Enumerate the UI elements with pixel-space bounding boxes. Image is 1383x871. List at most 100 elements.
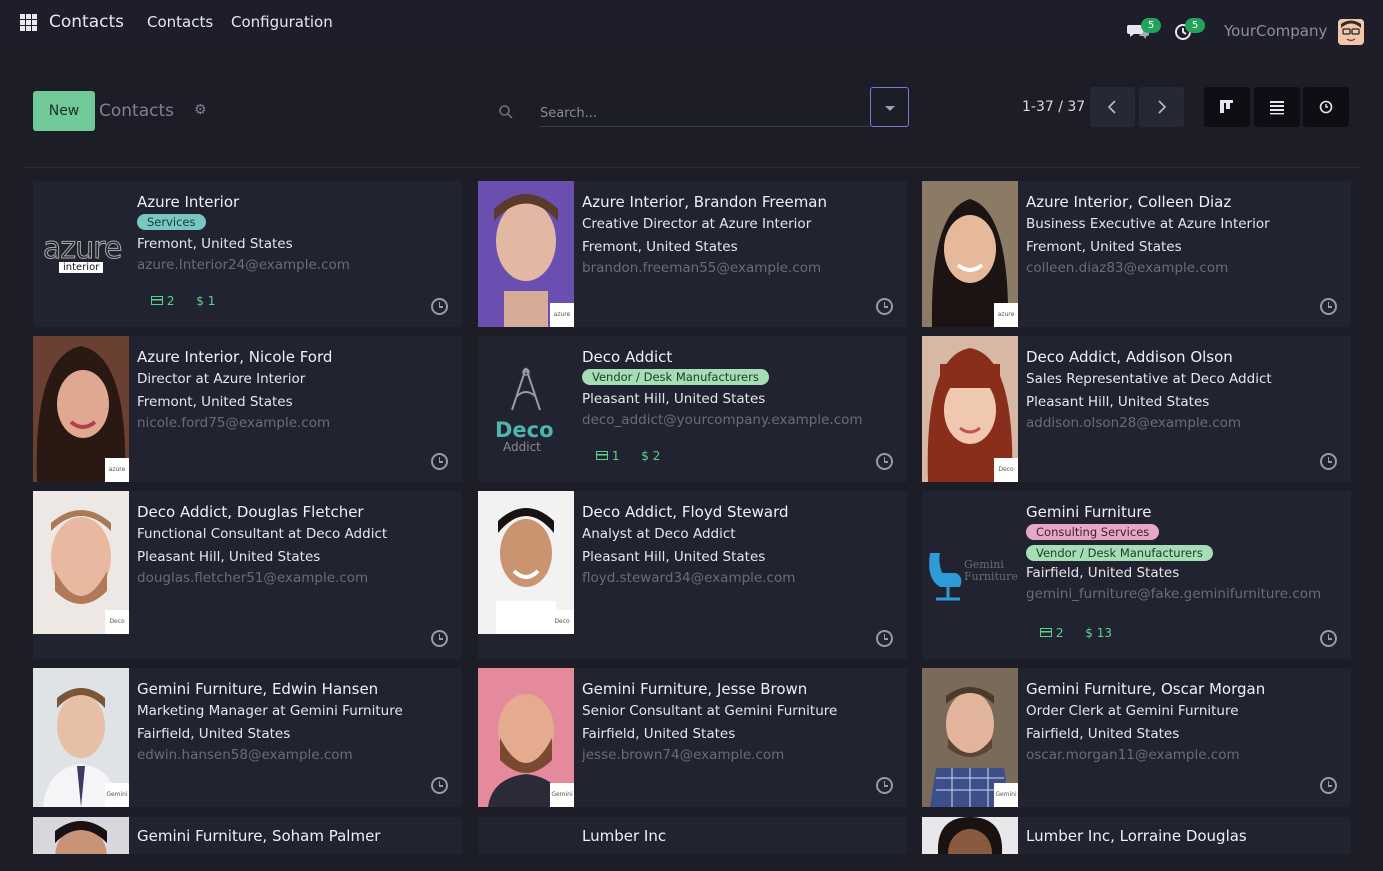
company-mini-logo: Gemini xyxy=(550,783,574,807)
list-icon xyxy=(1270,101,1284,115)
activity-clock-icon[interactable] xyxy=(1320,630,1337,647)
contact-card[interactable]: Deco Addict Deco Addict Vendor / Desk Ma… xyxy=(478,336,907,482)
contact-card[interactable]: Lumber Inc xyxy=(478,817,907,854)
user-avatar[interactable] xyxy=(1338,19,1364,45)
amount-stat[interactable]: $ 2 xyxy=(641,449,660,463)
contact-card[interactable]: Gemini Furniture Gemini Furniture Consul… xyxy=(922,491,1351,659)
contact-card[interactable]: Deco Deco Addict, Douglas Fletcher Funct… xyxy=(33,491,462,659)
contact-card[interactable]: Deco Deco Addict, Addison Olson Sales Re… xyxy=(922,336,1351,482)
activity-clock-icon[interactable] xyxy=(1320,453,1337,470)
card-body: Gemini Furniture, Soham Palmer xyxy=(137,827,454,845)
card-stats: 2 $ 1 xyxy=(151,294,233,308)
contact-name: Gemini Furniture, Oscar Morgan xyxy=(1026,680,1266,698)
view-kanban-button[interactable] xyxy=(1204,87,1250,127)
menu-contacts[interactable]: Contacts xyxy=(147,13,213,31)
pager-previous-button[interactable] xyxy=(1090,87,1135,127)
chevron-left-icon xyxy=(1107,100,1116,114)
activity-clock-icon[interactable] xyxy=(876,298,893,315)
contact-photo xyxy=(922,817,1018,854)
contact-location: Pleasant Hill, United States xyxy=(582,549,766,565)
activity-clock-icon[interactable] xyxy=(431,298,448,315)
meetings-stat[interactable]: 2 xyxy=(151,294,174,308)
activity-clock-icon[interactable] xyxy=(876,777,893,794)
search-icon xyxy=(499,105,513,119)
contact-card[interactable]: Gemini Gemini Furniture, Edwin Hansen Ma… xyxy=(33,668,462,807)
activity-clock-icon[interactable] xyxy=(1320,298,1337,315)
contact-function: Functional Consultant at Deco Addict xyxy=(137,526,388,542)
card-icon xyxy=(1040,628,1052,637)
contact-photo: azure xyxy=(33,336,129,482)
contact-card[interactable]: azure Azure Interior, Colleen Diaz Busin… xyxy=(922,181,1351,327)
company-switcher[interactable]: YourCompany xyxy=(1224,22,1327,40)
contact-photo xyxy=(33,817,129,854)
contact-email: edwin.hansen58@example.com xyxy=(137,747,353,763)
contact-card[interactable]: Gemini Gemini Furniture, Oscar Morgan Or… xyxy=(922,668,1351,807)
search-options-toggle[interactable] xyxy=(870,87,909,127)
contact-photo: Gemini xyxy=(33,668,129,807)
contact-function: Marketing Manager at Gemini Furniture xyxy=(137,703,403,719)
menu-configuration[interactable]: Configuration xyxy=(231,13,333,31)
search-underline xyxy=(540,126,870,127)
contact-card[interactable]: Gemini Furniture, Soham Palmer xyxy=(33,817,462,854)
company-mini-logo: azure xyxy=(994,303,1018,327)
amount-stat[interactable]: $ 13 xyxy=(1085,626,1112,640)
activity-clock-icon[interactable] xyxy=(431,453,448,470)
new-button[interactable]: New xyxy=(33,91,95,131)
contact-email: floyd.steward34@example.com xyxy=(582,570,796,586)
contact-card[interactable]: azure Azure Interior, Nicole Ford Direct… xyxy=(33,336,462,482)
clock-icon xyxy=(1319,100,1333,114)
company-mini-logo: Deco xyxy=(550,610,574,634)
contact-card[interactable]: Deco Deco Addict, Floyd Steward Analyst … xyxy=(478,491,907,659)
app-menu-icon[interactable] xyxy=(20,14,37,31)
contact-function: Analyst at Deco Addict xyxy=(582,526,736,542)
contact-function: Director at Azure Interior xyxy=(137,371,306,387)
tag-badge: Vendor / Desk Manufacturers xyxy=(1026,545,1213,561)
contact-email: addison.olson28@example.com xyxy=(1026,415,1242,431)
view-list-button[interactable] xyxy=(1254,87,1300,127)
contact-photo: Gemini xyxy=(478,668,574,807)
meetings-stat[interactable]: 2 xyxy=(1040,626,1063,640)
tag-badge: Consulting Services xyxy=(1026,524,1160,540)
meetings-stat[interactable]: 1 xyxy=(596,449,619,463)
activity-clock-icon[interactable] xyxy=(876,453,893,470)
card-stats: 1 $ 2 xyxy=(596,449,678,463)
contact-name: Lumber Inc xyxy=(582,827,667,845)
contact-location: Fremont, United States xyxy=(582,239,738,255)
contact-name: Gemini Furniture, Edwin Hansen xyxy=(137,680,379,698)
contact-email: gemini_furniture@fake.geminifurniture.co… xyxy=(1026,586,1322,602)
contact-location: Fairfield, United States xyxy=(137,726,291,742)
view-activity-button[interactable] xyxy=(1303,87,1349,127)
app-brand[interactable]: Contacts xyxy=(49,12,124,32)
contact-card[interactable]: Gemini Gemini Furniture, Jesse Brown Sen… xyxy=(478,668,907,807)
card-body: Gemini Furniture, Jesse Brown Senior Con… xyxy=(582,680,899,764)
pager-next-button[interactable] xyxy=(1139,87,1184,127)
amount-stat[interactable]: $ 1 xyxy=(196,294,215,308)
contact-name: Deco Addict, Floyd Steward xyxy=(582,503,789,521)
activities-count-badge: 5 xyxy=(1185,18,1205,33)
activity-clock-icon[interactable] xyxy=(431,630,448,647)
company-logo: azure interior xyxy=(33,181,129,327)
activity-clock-icon[interactable] xyxy=(1320,777,1337,794)
gear-icon[interactable]: ⚙ xyxy=(194,103,208,117)
activity-clock-icon[interactable] xyxy=(431,777,448,794)
contact-name: Azure Interior, Colleen Diaz xyxy=(1026,193,1232,211)
activity-clock-icon[interactable] xyxy=(876,630,893,647)
card-body: Deco Addict, Floyd Steward Analyst at De… xyxy=(582,503,899,587)
contact-name: Gemini Furniture, Jesse Brown xyxy=(582,680,808,698)
contact-function: Business Executive at Azure Interior xyxy=(1026,216,1270,232)
pager-value[interactable]: 1-37 / 37 xyxy=(1022,99,1085,115)
contact-card[interactable]: azure Azure Interior, Brandon Freeman Cr… xyxy=(478,181,907,327)
card-icon xyxy=(151,296,163,305)
contact-photo: Gemini xyxy=(922,668,1018,807)
contact-location: Fairfield, United States xyxy=(1026,565,1180,581)
contact-name: Gemini Furniture xyxy=(1026,503,1152,521)
contact-location: Pleasant Hill, United States xyxy=(137,549,321,565)
search-input[interactable] xyxy=(540,103,860,123)
contact-email: brandon.freeman55@example.com xyxy=(582,260,822,276)
contact-card[interactable]: azure interior Azure Interior Services F… xyxy=(33,181,462,327)
card-body: Deco Addict Vendor / Desk Manufacturers … xyxy=(582,348,899,429)
company-mini-logo: azure xyxy=(105,458,129,482)
tag-badge: Services xyxy=(137,214,206,230)
contact-name: Deco Addict, Douglas Fletcher xyxy=(137,503,364,521)
contact-card[interactable]: Lumber Inc, Lorraine Douglas xyxy=(922,817,1351,854)
